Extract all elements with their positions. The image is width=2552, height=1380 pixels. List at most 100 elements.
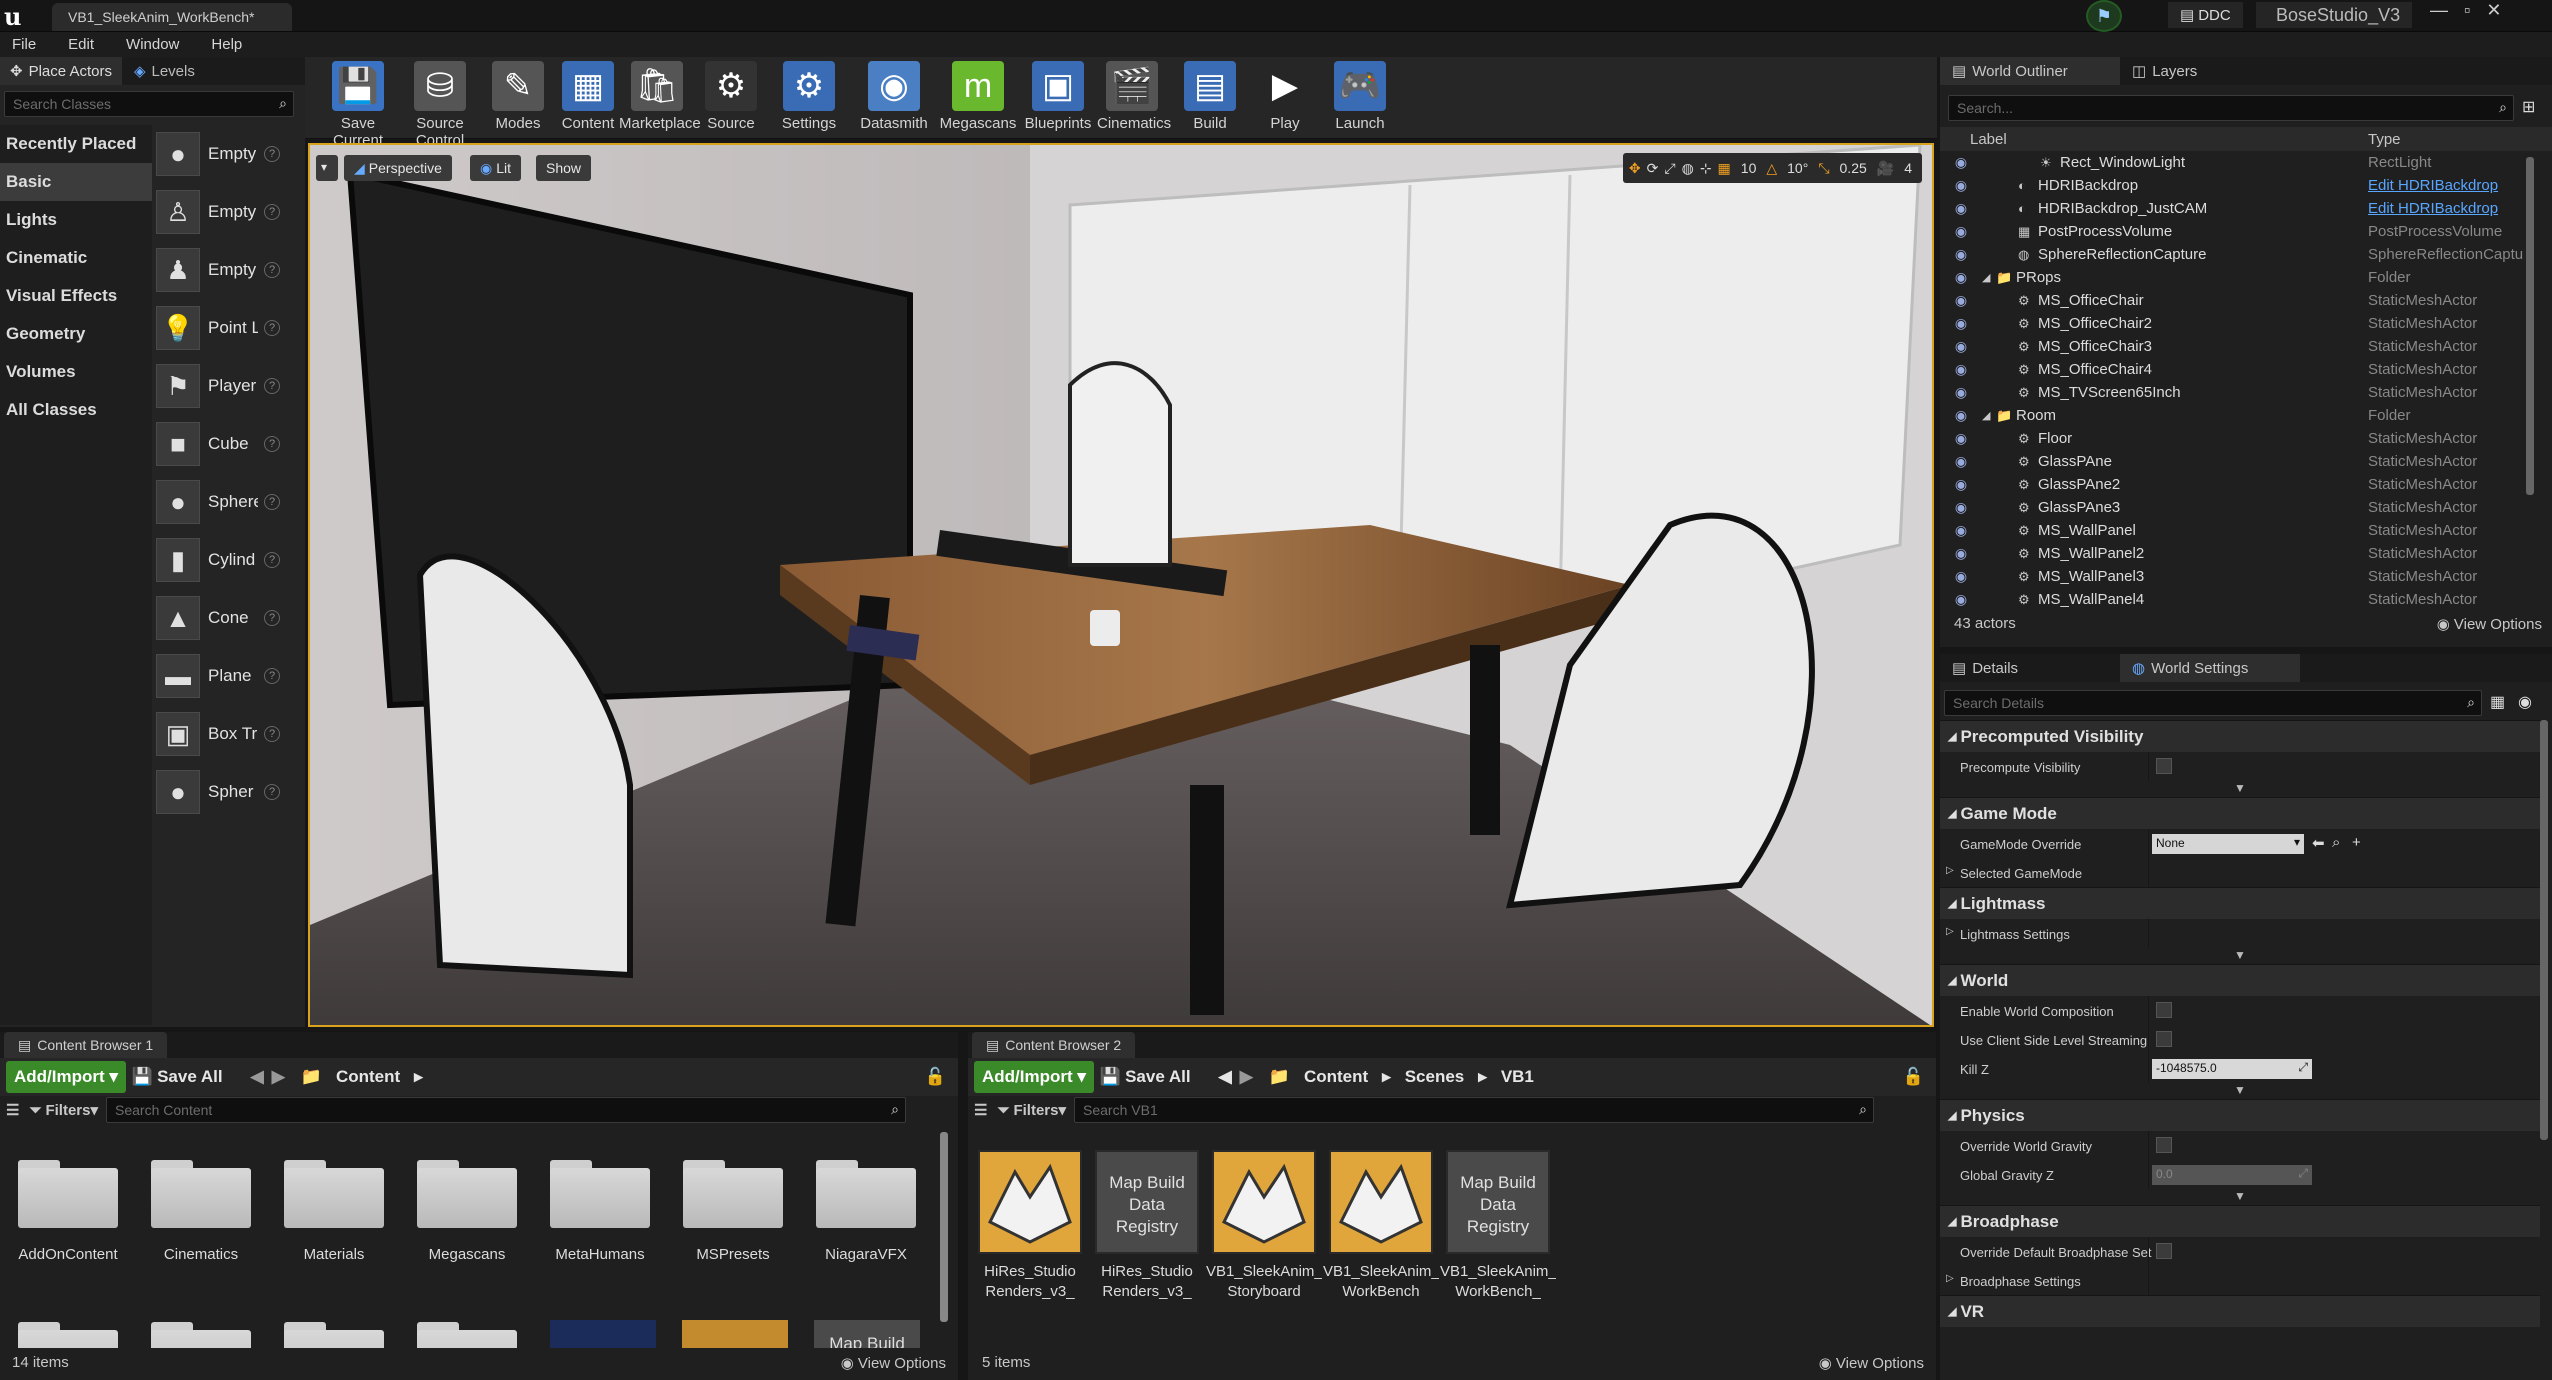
cb1-search-input[interactable]: Search Content ⌕ <box>106 1097 907 1123</box>
folder-icon[interactable] <box>417 1158 517 1228</box>
toolbar-source-button[interactable]: ⚙ Source <box>695 61 767 132</box>
rotation-snap-icon[interactable]: △ <box>1766 160 1777 177</box>
grid-snap-icon[interactable]: ▦ <box>1718 160 1731 177</box>
asset-label[interactable]: HiRes_Studio Renders_v3_ mudringRender <box>1089 1262 1205 1302</box>
help-icon[interactable]: ? <box>264 204 280 220</box>
visibility-eye-icon[interactable]: ◉ <box>1952 430 1970 447</box>
advanced-expand-icon[interactable]: ▼ <box>1940 1083 2540 1099</box>
help-icon[interactable]: ? <box>264 726 280 742</box>
section-collapse-icon[interactable]: ◢ <box>1948 897 1956 910</box>
help-icon[interactable]: ? <box>264 320 280 336</box>
save-all-button[interactable]: 💾 Save All <box>1100 1067 1191 1087</box>
folder-icon[interactable] <box>18 1320 118 1348</box>
outliner-row[interactable]: ◉ ⚙ MS_OfficeChair3 StaticMeshActor <box>1940 335 2536 358</box>
toolbar-blueprints-button[interactable]: ▣ Blueprints <box>1019 61 1097 132</box>
visibility-eye-icon[interactable]: ◉ <box>1952 292 1970 309</box>
details-search-input[interactable]: Search Details ⌕ <box>1944 690 2482 716</box>
section-collapse-icon[interactable]: ◢ <box>1948 974 1956 987</box>
visibility-eye-icon[interactable]: ◉ <box>1952 246 1970 263</box>
visibility-eye-icon[interactable]: ◉ <box>1952 453 1970 470</box>
visibility-eye-icon[interactable]: ◉ <box>1952 269 1970 286</box>
visibility-eye-icon[interactable]: ◉ <box>1952 591 1970 608</box>
lock-icon[interactable]: 🔓 <box>925 1067 946 1087</box>
property-checkbox[interactable] <box>2156 1137 2172 1153</box>
section-lightmass[interactable]: ◢ Lightmass <box>1940 887 2540 919</box>
asset-label[interactable]: VB1_SleekAnim_ Storyboard <box>1206 1262 1322 1302</box>
path-scenes[interactable]: Scenes <box>1405 1067 1465 1087</box>
folder-label[interactable]: Megascans <box>402 1246 532 1263</box>
help-icon[interactable]: ? <box>264 262 280 278</box>
gamemode-select[interactable]: None ▾ <box>2152 834 2304 854</box>
category-lights[interactable]: Lights <box>0 201 152 239</box>
actor-item[interactable]: 💡 Point L? <box>156 299 301 357</box>
tab-content-browser-1[interactable]: ▤ Content Browser 1 <box>4 1032 168 1058</box>
section-broadphase[interactable]: ◢ Broadphase <box>1940 1205 2540 1237</box>
section-precomputed-visibility[interactable]: ◢ Precomputed Visibility <box>1940 720 2540 752</box>
asset-label[interactable]: VB1_SleekAnim_ WorkBench <box>1323 1262 1439 1302</box>
help-icon[interactable]: ? <box>264 378 280 394</box>
outliner-row[interactable]: ◉ ⚙ GlassPAne StaticMeshActor <box>1940 450 2536 473</box>
column-label[interactable]: Label <box>1970 131 2007 148</box>
unreal-logo-icon[interactable]: u <box>4 2 28 31</box>
outliner-row[interactable]: ◉ ◐ HDRIBackdrop_JustCAM Edit HDRIBackdrop <box>1940 197 2536 220</box>
actor-item[interactable]: ● Sphere? <box>156 473 301 531</box>
folder-icon[interactable] <box>683 1158 783 1228</box>
rotate-icon[interactable]: ⟳ <box>1647 160 1659 177</box>
outliner-row[interactable]: ◉ ⚙ MS_OfficeChair4 StaticMeshActor <box>1940 358 2536 381</box>
help-icon[interactable]: ? <box>264 784 280 800</box>
toolbar-marketplace-button[interactable]: 🛍 Marketplace <box>619 61 701 132</box>
actor-item[interactable]: ● Empty? <box>156 125 301 183</box>
toolbar-play-button[interactable]: ▶ Play <box>1253 61 1317 132</box>
actor-item[interactable]: ▲ Cone? <box>156 589 301 647</box>
map-build-data-thumbnail[interactable]: Map Build Data Registry <box>1446 1150 1550 1254</box>
asset-label[interactable]: VB1_SleekAnim_ WorkBench_ BuiltData <box>1440 1262 1556 1302</box>
toolbar-datasmith-button[interactable]: ◉ Datasmith <box>851 61 937 132</box>
toolbar-build-button[interactable]: ▤ Build <box>1167 61 1253 132</box>
show-button[interactable]: Show <box>536 155 592 181</box>
back-icon[interactable]: ◀ <box>1219 1067 1232 1087</box>
toolbar-megascans-button[interactable]: m Megascans <box>937 61 1019 132</box>
grid-snap-value[interactable]: 10 <box>1737 160 1761 176</box>
outliner-row[interactable]: ◉ ◐ HDRIBackdrop Edit HDRIBackdrop <box>1940 174 2536 197</box>
scale-icon[interactable]: ⤢ <box>1664 160 1675 177</box>
forward-icon[interactable]: ▶ <box>1240 1067 1253 1087</box>
folder-icon[interactable] <box>151 1158 251 1228</box>
add-import-button[interactable]: Add/Import ▾ <box>6 1061 126 1093</box>
help-icon[interactable]: ? <box>264 668 280 684</box>
visibility-eye-icon[interactable]: ◉ <box>1952 361 1970 378</box>
menu-edit[interactable]: Edit <box>68 36 94 53</box>
menu-help[interactable]: Help <box>211 36 242 53</box>
category-visual-effects[interactable]: Visual Effects <box>0 277 152 315</box>
outliner-row[interactable]: ◉ ⚙ MS_WallPanel3 StaticMeshActor <box>1940 565 2536 588</box>
visibility-eye-icon[interactable]: ◉ <box>1952 200 1970 217</box>
filters-button[interactable]: ☰ ⏷ Filters ▾ <box>6 1101 98 1120</box>
help-icon[interactable]: ? <box>264 610 280 626</box>
outliner-row[interactable]: ◉ ▦ PostProcessVolume PostProcessVolume <box>1940 220 2536 243</box>
section-collapse-icon[interactable]: ◢ <box>1948 730 1956 743</box>
scale-snap-value[interactable]: 0.25 <box>1836 160 1871 176</box>
ddc-indicator[interactable]: ▤ DDC <box>2168 2 2243 28</box>
folder-label[interactable]: Materials <box>269 1246 399 1263</box>
visibility-eye-icon[interactable]: ◉ <box>1952 499 1970 516</box>
help-icon[interactable]: ? <box>264 552 280 568</box>
level-thumbnail-icon[interactable] <box>550 1320 656 1348</box>
help-icon[interactable]: ? <box>264 146 280 162</box>
rotation-snap-value[interactable]: 10° <box>1783 160 1812 176</box>
tab-layers[interactable]: ◫ Layers <box>2120 57 2209 85</box>
asset-label[interactable]: HiRes_Studio Renders_v3_ mudringRender <box>972 1262 1088 1302</box>
advanced-expand-icon[interactable]: ▼ <box>1940 1189 2540 1205</box>
property-checkbox[interactable] <box>2156 1243 2172 1259</box>
section-game-mode[interactable]: ◢ Game Mode <box>1940 797 2540 829</box>
folder-label[interactable]: AddOnContent <box>3 1246 133 1263</box>
path-arrow-icon[interactable]: ▸ <box>1478 1067 1487 1087</box>
tab-content-browser-2[interactable]: ▤ Content Browser 2 <box>972 1032 1136 1058</box>
visibility-eye-icon[interactable]: ◉ <box>1952 223 1970 240</box>
source-control-status-icon[interactable]: ⚑ <box>2086 0 2122 32</box>
folder-expand-icon[interactable]: ◢ <box>1982 271 1990 284</box>
edit-hdri-backdrop-link[interactable]: Edit HDRIBackdrop <box>2368 200 2498 217</box>
visibility-eye-icon[interactable]: ◉ <box>1952 154 1970 171</box>
level-thumbnail-icon[interactable] <box>978 1150 1082 1254</box>
tab-details[interactable]: ▤ Details <box>1940 654 2120 682</box>
save-all-button[interactable]: 💾 Save All <box>132 1067 223 1087</box>
outliner-row[interactable]: ◉ ⚙ GlassPAne3 StaticMeshActor <box>1940 496 2536 519</box>
